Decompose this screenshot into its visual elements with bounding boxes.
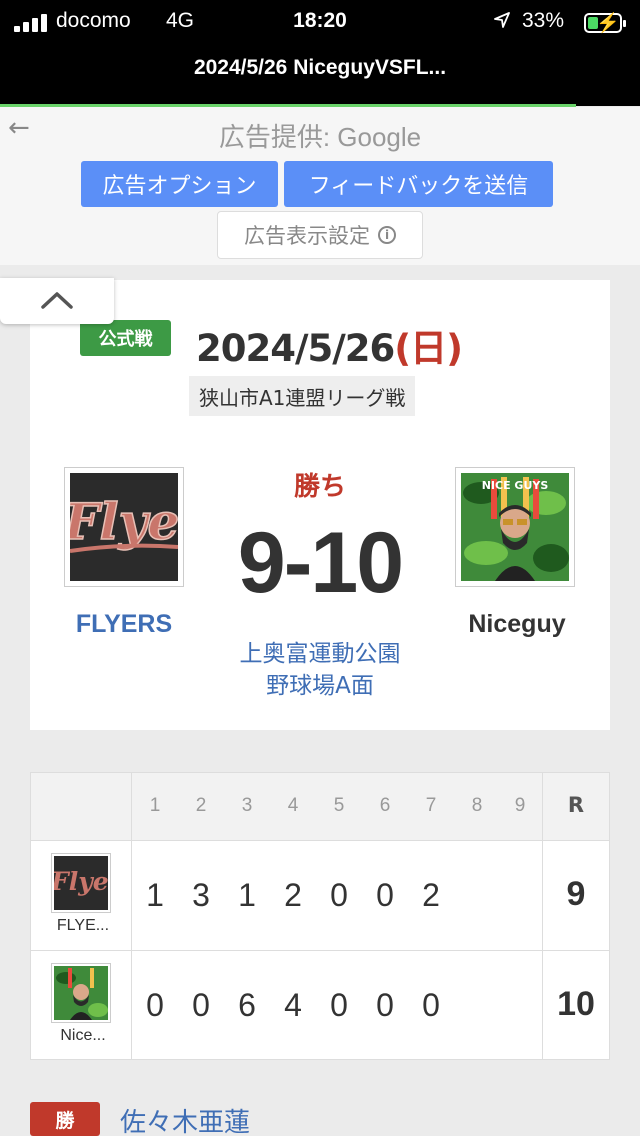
battery-icon: ⚡	[584, 13, 626, 34]
team-short-name: Nice...	[60, 1027, 106, 1044]
inning-score: 0	[330, 877, 348, 913]
flyers-mini-logo[interactable]: Flye	[51, 853, 111, 913]
inning-header: 1	[149, 795, 161, 816]
chevron-up-icon	[41, 292, 73, 309]
inning-header: 5	[333, 795, 345, 816]
collapse-button[interactable]	[0, 278, 114, 324]
svg-text:Flye: Flye	[54, 867, 108, 896]
svg-text:Flyer: Flyer	[70, 492, 178, 551]
scoreboard-header: 1 2 3 4 5 6 7 8 9 R	[31, 773, 609, 841]
league-label: 狭山市A1連盟リーグ戦	[189, 376, 416, 416]
total-runs: 10	[557, 985, 595, 1023]
winning-pitcher-link[interactable]: 佐々木亜蓮	[120, 1102, 250, 1136]
game-card: 公式戦 2024/5/26(日) 12:00〜 狭山市A1連盟リーグ戦 Flye…	[30, 280, 610, 730]
official-game-badge: 公式戦	[80, 320, 171, 356]
svg-text:NICE GUYS: NICE GUYS	[482, 479, 549, 492]
divider	[131, 773, 132, 1059]
home-team-name[interactable]: FLYERS	[30, 610, 218, 639]
inning-score: 0	[146, 987, 164, 1023]
inning-header: 7	[425, 795, 437, 816]
ad-options-button[interactable]: 広告オプション	[81, 161, 278, 207]
day-close: )	[446, 327, 463, 370]
inning-header: 4	[287, 795, 299, 816]
inning-score: 3	[192, 877, 210, 913]
team-short-name: FLYE...	[56, 917, 110, 934]
table-row: Flye FLYE... 1 3 1 2 0 0 2 9	[31, 841, 609, 951]
inning-score: 4	[284, 987, 302, 1023]
ad-provider-label: 広告提供: Google	[218, 122, 422, 152]
inning-score: 0	[422, 987, 440, 1023]
status-bar: docomo 4G 18:20 33% ⚡	[0, 6, 640, 40]
niceguy-logo[interactable]: NICE GUYS	[455, 467, 575, 587]
inning-header: 9	[514, 795, 526, 816]
venue-line-2: 野球場A面	[266, 673, 374, 699]
inning-score: 2	[422, 877, 440, 913]
inning-score: 0	[376, 987, 394, 1023]
day-open: (	[394, 327, 411, 370]
location-arrow-icon	[493, 11, 511, 35]
win-badge: 勝	[30, 1102, 100, 1136]
page-title: 2024/5/26 NiceguyVSFL...	[193, 56, 447, 79]
ad-settings-label: 広告表示設定	[244, 224, 370, 248]
game-result: 勝ち	[293, 472, 346, 502]
table-row: Nice... 0 0 6 4 0 0 0 10	[31, 951, 609, 1061]
inning-score: 6	[238, 987, 256, 1023]
inning-header: 2	[195, 795, 207, 816]
battery-percent: 33%	[522, 9, 565, 32]
inning-score: 0	[376, 877, 394, 913]
send-feedback-button[interactable]: フィードバックを送信	[284, 161, 553, 207]
game-date: 2024/5/26	[196, 327, 395, 370]
inning-header: 6	[379, 795, 391, 816]
final-score: 9-10	[237, 515, 404, 611]
inning-header: 3	[241, 795, 253, 816]
scoreboard: 1 2 3 4 5 6 7 8 9 R Flye FLYE... 1 3 1 2…	[30, 772, 610, 1060]
away-team-name: Niceguy	[468, 610, 566, 638]
venue-line-1: 上奥富運動公園	[239, 641, 401, 667]
day-of-week: 日	[410, 327, 447, 370]
total-runs: 9	[566, 875, 586, 913]
top-bar: docomo 4G 18:20 33% ⚡ 2024/5/26 NiceguyV…	[0, 0, 640, 107]
inning-score: 0	[330, 987, 348, 1023]
ad-panel: ← 広告提供: Google 広告オプション フィードバックを送信 広告表示設定…	[0, 107, 640, 265]
info-icon: i	[378, 226, 396, 244]
flyers-logo[interactable]: Flyer	[64, 467, 184, 587]
ad-settings-button[interactable]: 広告表示設定 i	[217, 211, 423, 259]
niceguy-mini-logo[interactable]	[51, 963, 111, 1023]
inning-header: 8	[471, 795, 483, 816]
divider	[542, 773, 543, 1059]
inning-score: 1	[146, 877, 164, 913]
venue-link[interactable]: 上奥富運動公園 野球場A面	[190, 638, 450, 702]
inning-score: 1	[238, 877, 256, 913]
inning-score: 2	[284, 877, 302, 913]
runs-header: R	[567, 793, 585, 817]
inning-score: 0	[192, 987, 210, 1023]
